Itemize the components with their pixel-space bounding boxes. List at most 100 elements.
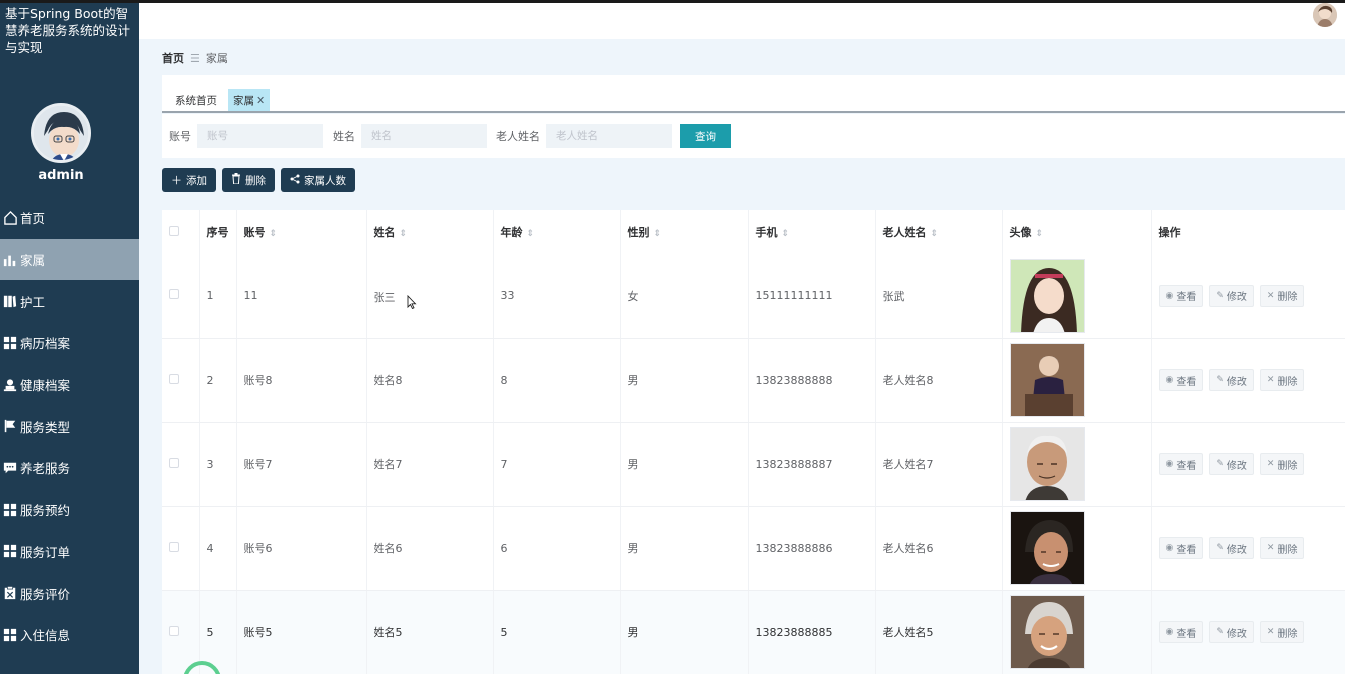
edit-icon: ✎ — [1216, 375, 1224, 385]
cell-actions: ◉ 查看 ✎ 修改 ✕ 删除 — [1151, 254, 1345, 339]
sort-icon[interactable]: ⇕ — [931, 229, 939, 239]
cell-avatar — [1002, 590, 1152, 674]
close-icon[interactable]: ✕ — [256, 94, 265, 107]
sidebar-item-orders[interactable]: 服务订单 — [0, 531, 139, 573]
delete-button[interactable]: 删除 — [222, 168, 275, 192]
row-checkbox[interactable] — [169, 289, 179, 300]
delete-row-button-label: 删除 — [1277, 544, 1298, 556]
sidebar-item-caregiver[interactable]: 护工 — [0, 280, 139, 322]
sidebar-item-label: 病历档案 — [20, 336, 71, 352]
avatar-image[interactable] — [1009, 427, 1085, 501]
edit-button[interactable]: ✎ 修改 — [1209, 369, 1254, 391]
cell-index: 4 — [199, 506, 237, 591]
column-header-name[interactable]: 姓名 ⇕ — [366, 210, 494, 254]
view-button[interactable]: ◉ 查看 — [1158, 537, 1204, 559]
edit-button[interactable]: ✎ 修改 — [1209, 537, 1254, 559]
delete-row-button[interactable]: ✕ 删除 — [1259, 537, 1305, 559]
cell-avatar — [1002, 422, 1152, 507]
sort-icon[interactable]: ⇕ — [527, 229, 535, 239]
delete-row-button[interactable]: ✕ 删除 — [1259, 453, 1305, 475]
table-row: 1 11 张三 33 女 15111111111 张武 ◉ 查看 ✎ 修改 ✕ … — [162, 254, 1345, 339]
delete-row-button[interactable]: ✕ 删除 — [1259, 369, 1305, 391]
cell-elder-name: 老人姓名7 — [875, 422, 1003, 507]
edit-button-label: 修改 — [1226, 628, 1247, 640]
cell-gender: 女 — [620, 254, 749, 339]
column-header-index: 序号 — [199, 210, 237, 254]
row-checkbox[interactable] — [169, 373, 179, 384]
delete-row-button[interactable]: ✕ 删除 — [1259, 284, 1305, 307]
sort-icon[interactable]: ⇕ — [400, 229, 408, 239]
window-top-strip — [0, 0, 1345, 3]
sidebar-item-label: 护工 — [20, 294, 46, 310]
row-checkbox[interactable] — [169, 625, 179, 636]
avatar-image[interactable] — [1009, 511, 1085, 585]
sidebar-item-medical-records[interactable]: 病历档案 — [0, 322, 139, 364]
sort-icon[interactable]: ⇕ — [654, 229, 662, 239]
avatar-image[interactable] — [1009, 258, 1085, 333]
search-button[interactable]: 查询 — [680, 124, 731, 148]
delete-row-button[interactable]: ✕ 删除 — [1259, 621, 1305, 643]
edit-icon: ✎ — [1216, 459, 1224, 469]
column-header-elder-name[interactable]: 老人姓名 ⇕ — [875, 210, 1003, 254]
sidebar-item-appointments[interactable]: 服务预约 — [0, 489, 139, 531]
column-header-phone[interactable]: 手机 ⇕ — [748, 210, 876, 254]
view-button[interactable]: ◉ 查看 — [1158, 284, 1204, 307]
breadcrumb: 首页 ☰ 家属 — [162, 50, 228, 66]
sidebar-item-health-records[interactable]: 健康档案 — [0, 364, 139, 406]
row-select-cell — [162, 254, 200, 339]
close-icon: ✕ — [1266, 543, 1275, 553]
cell-avatar — [1002, 506, 1152, 591]
edit-button[interactable]: ✎ 修改 — [1209, 284, 1254, 307]
user-avatar-icon — [34, 106, 88, 160]
family-count-button[interactable]: 家属人数 — [281, 168, 355, 192]
account-input[interactable] — [197, 124, 323, 148]
edit-button[interactable]: ✎ 修改 — [1209, 621, 1254, 643]
avatar-image[interactable] — [1009, 343, 1085, 417]
select-all-checkbox[interactable] — [169, 225, 179, 236]
cell-name: 姓名6 — [366, 506, 494, 591]
table-row: 4 账号6 姓名6 6 男 13823888886 老人姓名6 ◉ 查看 ✎ 修改 … — [162, 506, 1345, 591]
cell-actions: ◉ 查看 ✎ 修改 ✕ 删除 — [1151, 506, 1345, 591]
cell-elder-name: 张武 — [875, 254, 1003, 339]
cell-account: 账号7 — [236, 422, 367, 507]
breadcrumb-current: 家属 — [205, 52, 228, 65]
sidebar-item-family[interactable]: 家属 — [0, 238, 139, 281]
edit-button[interactable]: ✎ 修改 — [1209, 453, 1254, 475]
sort-icon[interactable]: ⇕ — [782, 229, 790, 239]
cell-age: 6 — [493, 506, 621, 591]
sidebar-item-elderly-services[interactable]: 养老服务 — [0, 447, 139, 489]
table-row: 2 账号8 姓名8 8 男 13823888888 老人姓名8 ◉ 查看 ✎ 修改 … — [162, 338, 1345, 423]
sidebar-item-service-types[interactable]: 服务类型 — [0, 405, 139, 447]
sidebar-item-home[interactable]: 首页 — [0, 197, 139, 239]
view-button[interactable]: ◉ 查看 — [1158, 621, 1204, 643]
column-header-gender[interactable]: 性别 ⇕ — [620, 210, 749, 254]
home-icon — [2, 210, 18, 226]
name-input[interactable] — [361, 124, 487, 148]
sort-icon[interactable]: ⇕ — [270, 229, 278, 239]
cell-phone: 13823888885 — [748, 590, 876, 674]
breadcrumb-home[interactable]: 首页 — [162, 50, 184, 66]
column-header-label: 手机 — [755, 226, 778, 239]
avatar-image[interactable] — [1009, 595, 1085, 669]
sort-icon[interactable]: ⇕ — [1036, 229, 1044, 239]
edit-button-label: 修改 — [1226, 292, 1247, 304]
row-checkbox[interactable] — [169, 541, 179, 552]
column-header-account[interactable]: 账号 ⇕ — [236, 210, 367, 254]
add-button[interactable]: ＋ 添加 — [162, 168, 216, 192]
sidebar-item-checkin[interactable]: 入住信息 — [0, 614, 139, 656]
row-checkbox[interactable] — [169, 457, 179, 468]
select-all-cell — [162, 210, 200, 254]
elder-name-input[interactable] — [546, 124, 672, 148]
avatar[interactable] — [31, 103, 91, 163]
view-button[interactable]: ◉ 查看 — [1158, 369, 1204, 391]
column-header-age[interactable]: 年龄 ⇕ — [493, 210, 621, 254]
tab-system-home[interactable]: 系统首页 — [170, 89, 222, 111]
sidebar-item-reviews[interactable]: 服务评价 — [0, 572, 139, 614]
tab-family[interactable]: 家属 ✕ — [228, 89, 271, 111]
message-icon — [2, 460, 18, 476]
view-button[interactable]: ◉ 查看 — [1158, 453, 1204, 475]
user-avatar-icon — [1313, 3, 1337, 27]
header-avatar[interactable] — [1313, 3, 1337, 27]
column-header-avatar[interactable]: 头像 ⇕ — [1002, 210, 1152, 254]
column-header-label: 性别 — [627, 226, 650, 239]
